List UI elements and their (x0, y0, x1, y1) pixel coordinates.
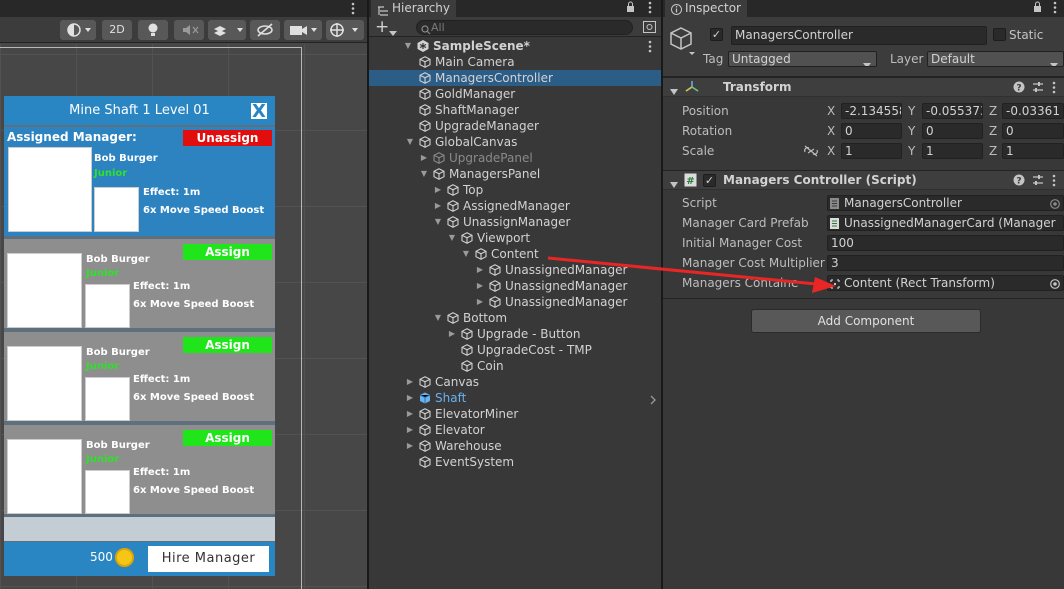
annotation-arrow (547, 256, 836, 293)
